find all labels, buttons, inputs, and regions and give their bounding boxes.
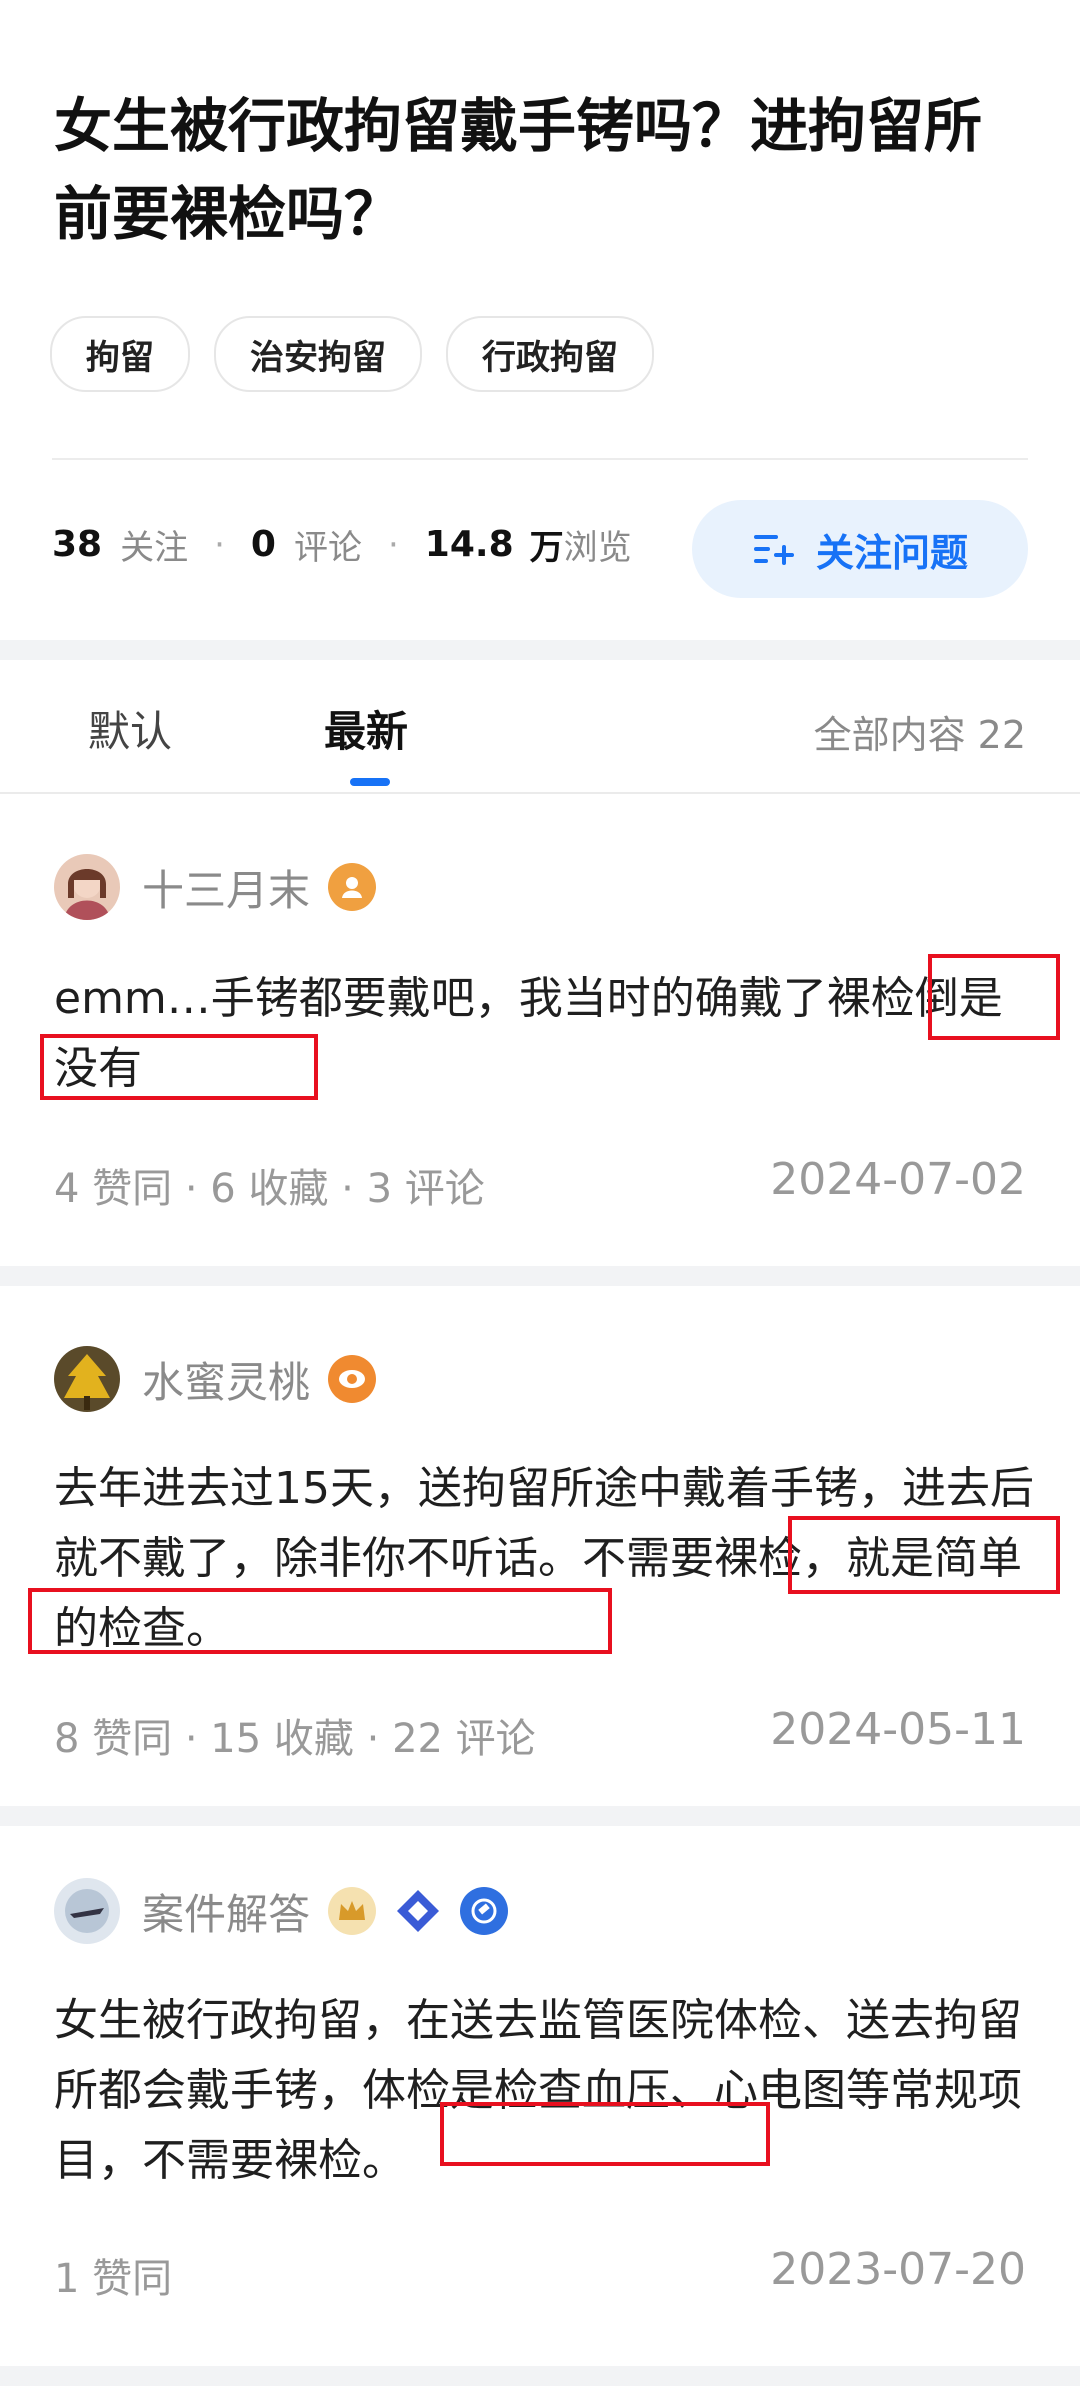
card-separator	[0, 1806, 1080, 1826]
question-title: 女生被行政拘留戴手铐吗？进拘留所前要裸检吗？	[54, 92, 983, 248]
dot-separator: ·	[387, 524, 399, 565]
highlight-box	[440, 2102, 770, 2166]
total-content-count: 全部内容 22	[813, 713, 1026, 757]
highlight-box	[788, 1516, 1060, 1594]
card-separator	[0, 1266, 1080, 1286]
question-stats: 38 关注 · 0 评论 · 14.8 万 浏览	[52, 520, 632, 569]
question-header: 女生被行政拘留戴手铐吗？进拘留所前要裸检吗？ 拘留 治安拘留 行政拘留 38 关…	[0, 0, 1080, 640]
highlight-box	[928, 954, 1060, 1040]
avatar[interactable]	[54, 1346, 120, 1412]
author-name[interactable]: 水蜜灵桃	[142, 1349, 310, 1410]
answer-stats: 1 赞同	[54, 2256, 173, 2302]
answer-tabs: 默认 最新 全部内容 22	[0, 660, 1080, 794]
answer-author[interactable]: 案件解答	[54, 1878, 509, 1944]
answer-date: 2023-07-20	[770, 2244, 1026, 2295]
answer-date: 2024-07-02	[770, 1154, 1026, 1205]
topic-tag[interactable]: 治安拘留	[214, 316, 422, 392]
view-count: 14.8	[424, 524, 514, 565]
gold-crown-badge-icon	[328, 1887, 377, 1935]
orange-user-badge-icon	[328, 863, 377, 911]
answer-author[interactable]: 水蜜灵桃	[54, 1346, 377, 1412]
tab-default[interactable]: 默认	[88, 698, 172, 759]
highlight-box	[40, 1034, 318, 1100]
view-label: 浏览	[563, 528, 632, 568]
answer-card[interactable]: 十三月末 emm…手铐都要戴吧，我当时的确戴了裸检倒是没有 4 赞同 · 6 收…	[0, 794, 1080, 1266]
follow-question-button[interactable]: 关注问题	[692, 500, 1028, 598]
answer-card[interactable]: 案件解答 女生被行政拘留，在送去监管医院体检、送去拘留所都会戴手铐，体检是检查血…	[0, 1826, 1080, 2366]
follow-question-label: 关注问题	[815, 530, 968, 575]
comment-label: 评论	[293, 528, 362, 568]
answer-stats: 8 赞同 · 15 收藏 · 22 评论	[54, 1716, 536, 1762]
dot-separator: ·	[214, 524, 225, 565]
topic-tag[interactable]: 行政拘留	[446, 316, 654, 392]
topic-list: 拘留 治安拘留 行政拘留	[50, 316, 654, 392]
comment-count: 0	[250, 524, 276, 565]
follow-label: 关注	[120, 528, 189, 568]
answer-stats: 4 赞同 · 6 收藏 · 3 评论	[54, 1166, 485, 1212]
answer-date: 2024-05-11	[770, 1704, 1026, 1755]
author-name[interactable]: 案件解答	[142, 1881, 310, 1942]
answer-author[interactable]: 十三月末	[54, 854, 377, 920]
avatar[interactable]	[54, 854, 120, 920]
tab-latest[interactable]: 最新	[324, 698, 408, 759]
answer-card[interactable]: 水蜜灵桃 去年进去过15天，送拘留所途中戴着手铐，进去后就不戴了，除非你不听话。…	[0, 1286, 1080, 1806]
avatar[interactable]	[54, 1878, 120, 1944]
active-tab-indicator	[350, 778, 390, 786]
orange-eye-badge-icon	[328, 1355, 377, 1403]
blue-diamond-badge-icon	[394, 1887, 442, 1935]
follow-list-plus-icon	[753, 535, 794, 565]
follow-count: 38	[52, 524, 103, 565]
card-separator	[0, 2366, 1080, 2386]
divider	[52, 458, 1028, 460]
author-name[interactable]: 十三月末	[142, 857, 310, 918]
blue-hammer-badge-icon	[460, 1887, 509, 1935]
view-unit: 万	[529, 528, 564, 568]
highlight-box	[28, 1588, 612, 1654]
topic-tag[interactable]: 拘留	[50, 316, 190, 392]
